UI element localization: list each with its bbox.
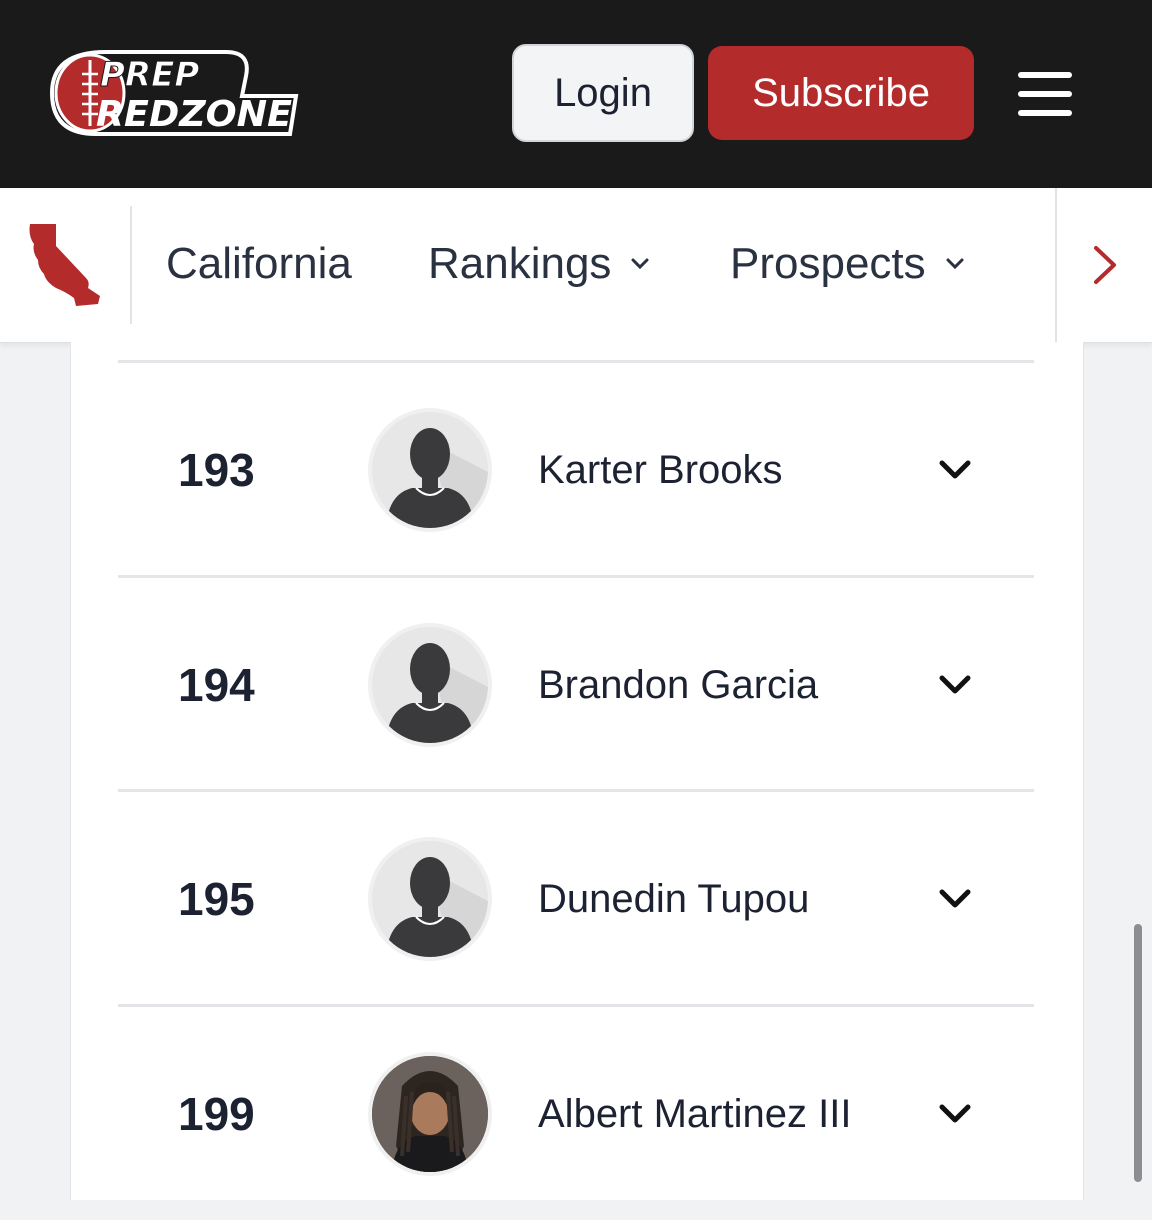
row-divider xyxy=(118,575,1034,578)
player-name[interactable]: Albert Martinez III xyxy=(538,1008,851,1220)
nav-item-label: California xyxy=(166,239,352,288)
list-item[interactable]: 193 Karter Brooks xyxy=(118,364,1034,576)
chevron-down-icon xyxy=(631,258,649,270)
player-rank: 194 xyxy=(178,659,255,711)
player-rank: 193 xyxy=(178,444,255,496)
chevron-right-icon[interactable] xyxy=(1092,244,1118,286)
nav-item-prospects[interactable]: Prospects xyxy=(730,236,964,292)
player-name[interactable]: Dunedin Tupou xyxy=(538,793,809,1005)
chevron-down-icon[interactable] xyxy=(938,673,972,697)
nav-divider xyxy=(130,206,132,324)
player-rank: 199 xyxy=(178,1088,255,1140)
nav-item-label: Rankings xyxy=(428,239,612,288)
row-divider xyxy=(118,1004,1034,1007)
nav-item-rankings[interactable]: Rankings xyxy=(428,236,649,292)
row-divider xyxy=(118,789,1034,792)
player-name[interactable]: Brandon Garcia xyxy=(538,579,818,791)
avatar xyxy=(372,841,488,957)
player-name[interactable]: Karter Brooks xyxy=(538,364,783,576)
scrollbar[interactable] xyxy=(1134,924,1142,1182)
player-photo-avatar xyxy=(372,1056,488,1172)
list-item[interactable]: 194 Brandon Garcia xyxy=(118,579,1034,791)
chevron-down-icon[interactable] xyxy=(938,1102,972,1126)
avatar xyxy=(372,627,488,743)
prep-redzone-logo[interactable]: PREP REDZONE xyxy=(46,46,308,140)
svg-text:PREP: PREP xyxy=(100,55,199,95)
nav-item-label: Prospects xyxy=(730,239,926,288)
california-map-icon[interactable] xyxy=(26,222,104,308)
svg-text:REDZONE: REDZONE xyxy=(96,94,292,135)
hamburger-menu-icon[interactable] xyxy=(1018,72,1072,116)
avatar xyxy=(372,412,488,528)
login-button[interactable]: Login xyxy=(512,44,694,142)
subscribe-button[interactable]: Subscribe xyxy=(708,46,974,140)
chevron-down-icon[interactable] xyxy=(938,887,972,911)
list-item[interactable]: 199 Albert Martinez III xyxy=(118,1008,1034,1220)
nav-divider xyxy=(1055,188,1057,342)
player-rank: 195 xyxy=(178,873,255,925)
list-item[interactable]: 195 Dunedin Tupou xyxy=(118,793,1034,1005)
chevron-down-icon xyxy=(946,258,964,270)
chevron-down-icon[interactable] xyxy=(938,458,972,482)
nav-item-california[interactable]: California xyxy=(166,236,352,292)
row-divider xyxy=(118,360,1034,363)
